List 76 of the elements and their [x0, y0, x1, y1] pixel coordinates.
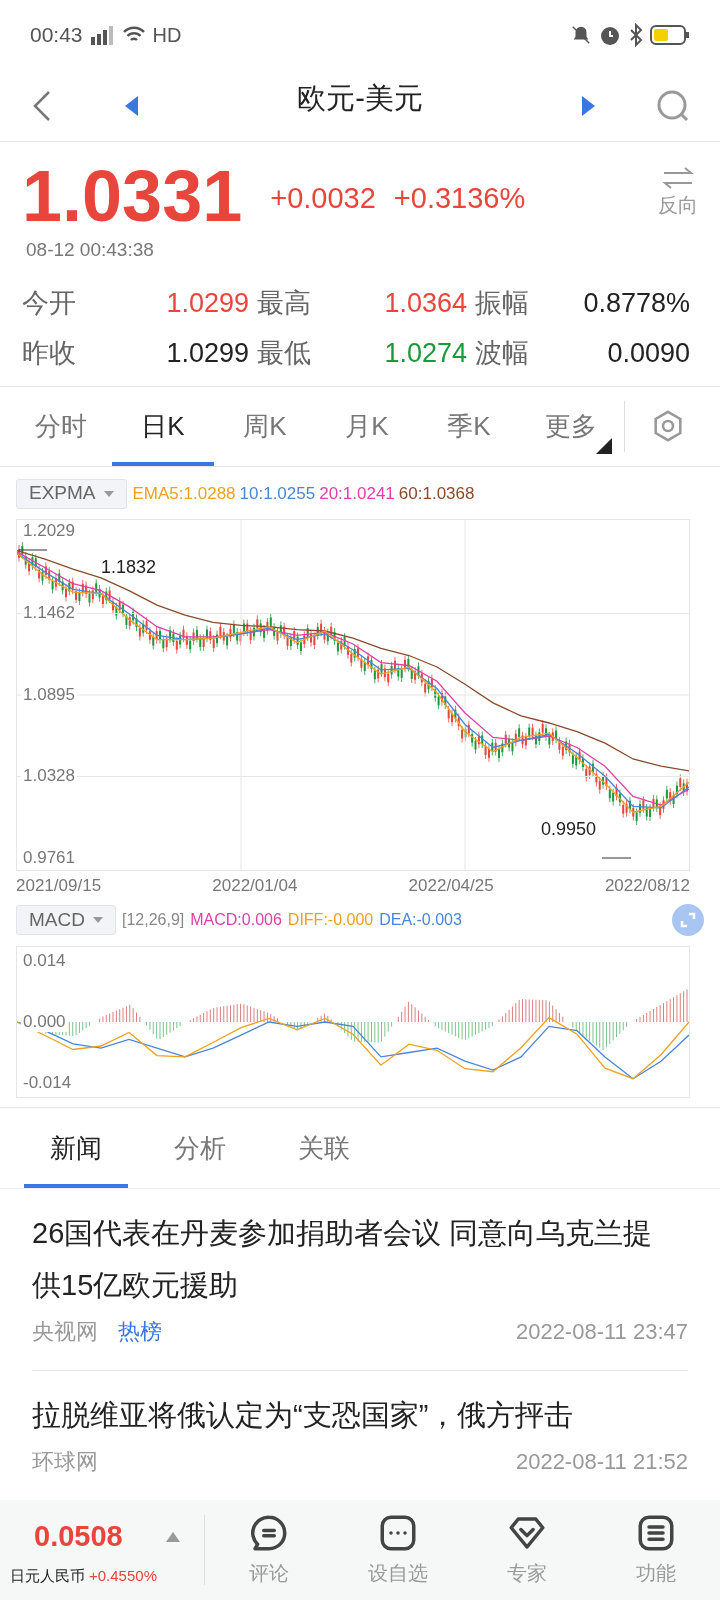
bell-off-icon	[570, 24, 592, 46]
expand-icon	[680, 912, 696, 928]
search-button[interactable]	[656, 88, 690, 123]
stat-value: 0.8778%	[582, 286, 691, 320]
page-title: 欧元-美元	[297, 80, 423, 116]
axis-label: 0.000	[21, 1012, 68, 1032]
period-tab[interactable]: 周K	[214, 386, 316, 466]
caret-icon	[103, 490, 114, 497]
network-label: HD	[152, 23, 182, 48]
stat-value: 1.0299	[165, 337, 250, 370]
indicator-value: EMA5:1.0288	[132, 482, 236, 505]
settings-icon	[651, 409, 685, 443]
date-label: 2021/09/15	[16, 874, 102, 897]
previous-button[interactable]	[124, 94, 140, 117]
stat-label: 最低	[257, 337, 312, 370]
date-label: 2022/01/04	[212, 874, 298, 897]
related-price: 0.0508	[34, 1519, 123, 1554]
stat-label: 昨收	[22, 337, 77, 370]
dropdown-corner-icon	[596, 437, 612, 454]
quote-timestamp: 08-12 00:43:38	[26, 238, 155, 262]
news-tab[interactable]: 关联	[272, 1108, 376, 1188]
period-tab[interactable]: 更多	[520, 386, 622, 466]
high-price-label: 1.1832	[101, 555, 157, 579]
stat-value: 1.0299	[165, 286, 250, 320]
period-tab[interactable]: 季K	[418, 386, 520, 466]
stat-label: 振幅	[475, 286, 530, 320]
news-time: 2022-08-11 23:47	[515, 1318, 688, 1346]
news-tab[interactable]: 分析	[148, 1108, 252, 1188]
indicator-dropdown[interactable]: EXPMA	[16, 478, 127, 509]
news-headline[interactable]: 拉脱维亚将俄认定为“支恐国家”，俄方抨击	[32, 1389, 688, 1441]
news-source: 央视网	[32, 1318, 98, 1346]
news-source: 环球网	[32, 1448, 98, 1476]
low-price-label: 0.9950	[541, 817, 597, 841]
action-button[interactable]: 专家	[471, 1512, 582, 1588]
indicator-value: DEA:-0.003	[379, 910, 462, 930]
signal-icon	[88, 25, 115, 45]
indicator-value: 20:1.0241	[319, 482, 395, 505]
period-tab[interactable]: 月K	[316, 386, 418, 466]
indicator-value: 60:1.0368	[398, 482, 475, 505]
news-headline[interactable]: 26国代表在丹麦参加捐助者会议 同意向乌克兰提供15亿欧元援助	[32, 1207, 688, 1311]
stat-label: 波幅	[475, 337, 530, 370]
action-button[interactable]: 功能	[600, 1512, 711, 1588]
bluetooth-icon	[628, 23, 644, 47]
related-change: +0.4550%	[89, 1565, 157, 1586]
next-button[interactable]	[580, 94, 596, 117]
swap-arrows-icon	[662, 166, 694, 190]
price-value: 1.0331	[22, 156, 243, 236]
low-marker-line	[601, 857, 632, 858]
up-triangle-icon	[166, 1531, 180, 1542]
period-tab[interactable]: 分时	[10, 386, 112, 466]
reverse-button[interactable]: 反向	[658, 166, 698, 230]
price-change: +0.0032	[270, 180, 376, 216]
stat-label: 最高	[257, 286, 312, 320]
news-tag[interactable]: 热榜	[118, 1315, 162, 1348]
indicator-value: DIFF:-0.000	[287, 910, 374, 930]
stat-label: 今开	[22, 286, 77, 320]
indicator-value: 10:1.0255	[239, 482, 316, 505]
news-time: 2022-08-11 21:52	[515, 1448, 688, 1476]
status-time: 00:43	[30, 22, 83, 49]
high-marker-line	[18, 549, 48, 550]
period-tab[interactable]: 日K	[112, 386, 214, 466]
action-button[interactable]: 评论	[214, 1512, 325, 1588]
stat-value: 1.0274	[383, 337, 468, 370]
caret-icon	[92, 917, 103, 923]
stat-value: 0.0090	[606, 337, 691, 370]
price-change-percent: +0.3136%	[393, 180, 526, 216]
date-label: 2022/04/25	[408, 874, 494, 897]
battery-icon	[650, 24, 690, 46]
stat-value: 1.0364	[383, 286, 468, 320]
indicator-value: MACD:0.006	[190, 910, 282, 930]
indicator-dropdown[interactable]: MACD	[16, 905, 116, 935]
date-label: 2022/08/12	[604, 874, 690, 897]
news-tab[interactable]: 新闻	[24, 1108, 128, 1188]
indicator-params: [12,26,9]	[121, 910, 185, 930]
action-button[interactable]: 设自选	[343, 1512, 454, 1588]
related-name: 日元人民币	[10, 1565, 85, 1586]
